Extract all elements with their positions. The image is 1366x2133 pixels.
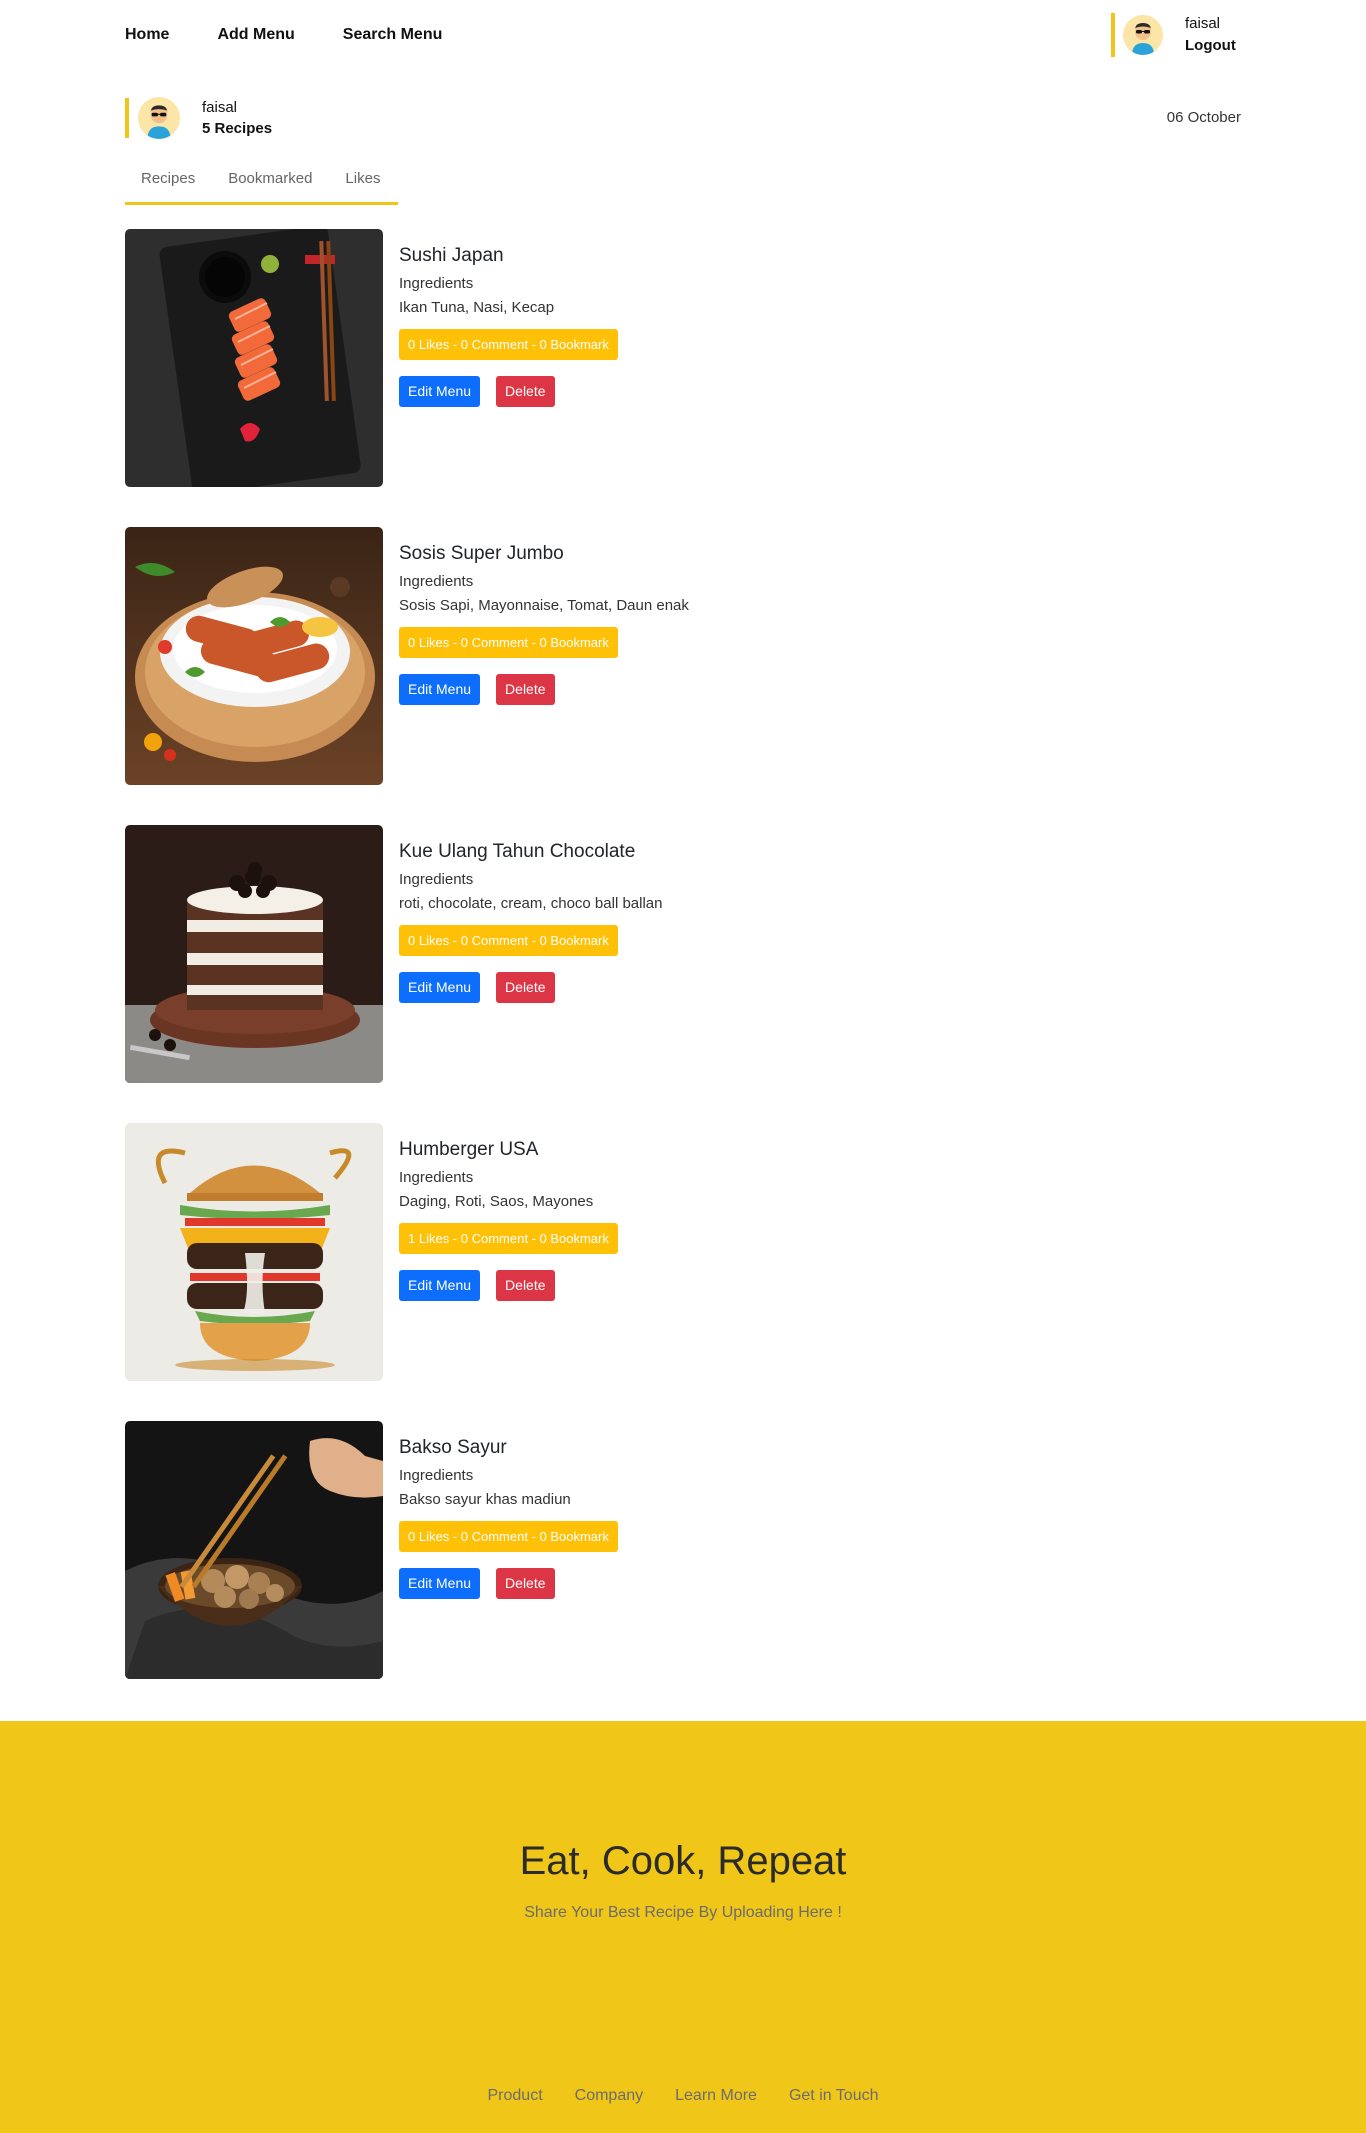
delete-button[interactable]: Delete: [496, 376, 555, 407]
footer-link-company[interactable]: Company: [575, 2087, 643, 2105]
recipe-card: Humberger USA Ingredients Daging, Roti, …: [125, 1123, 1025, 1381]
recipe-info: Kue Ulang Tahun Chocolate Ingredients ro…: [399, 841, 662, 1003]
ingredients-label: Ingredients: [399, 871, 474, 888]
profile-date: 06 October: [1166, 109, 1241, 126]
recipe-stats-badge: 0 Likes - 0 Comment - 0 Bookmark: [399, 329, 618, 360]
user-avatar-icon[interactable]: [1123, 15, 1163, 55]
recipe-stats-badge: 0 Likes - 0 Comment - 0 Bookmark: [399, 925, 618, 956]
recipe-title[interactable]: Sosis Super Jumbo: [399, 543, 689, 569]
profile-name: faisal: [202, 99, 238, 116]
delete-button[interactable]: Delete: [496, 1568, 555, 1599]
ingredients-label: Ingredients: [399, 275, 474, 292]
nav-user-name: faisal: [1185, 15, 1221, 32]
recipe-card: Bakso Sayur Ingredients Bakso sayur khas…: [125, 1421, 1025, 1679]
edit-menu-button[interactable]: Edit Menu: [399, 376, 481, 407]
recipe-image-cake[interactable]: [125, 825, 383, 1083]
recipe-title[interactable]: Bakso Sayur: [399, 1437, 618, 1463]
delete-button[interactable]: Delete: [496, 1270, 555, 1301]
recipe-image-sosis[interactable]: [125, 527, 383, 785]
edit-menu-button[interactable]: Edit Menu: [399, 674, 481, 705]
ingredients-label: Ingredients: [399, 573, 474, 590]
logout-link[interactable]: Logout: [1185, 35, 1236, 57]
ingredients-label: Ingredients: [399, 1467, 474, 1484]
recipe-image-sushi[interactable]: [125, 229, 383, 487]
recipe-actions: Edit Menu Delete: [399, 674, 689, 705]
recipe-image-burger[interactable]: [125, 1123, 383, 1381]
tab-likes[interactable]: Likes: [345, 170, 380, 202]
recipe-stats-badge: 1 Likes - 0 Comment - 0 Bookmark: [399, 1223, 618, 1254]
ingredients-label: Ingredients: [399, 1169, 474, 1186]
top-navbar: Home Add Menu Search Menu faisal Logout: [0, 0, 1366, 72]
recipe-stats-badge: 0 Likes - 0 Comment - 0 Bookmark: [399, 1521, 618, 1552]
recipe-card: Sushi Japan Ingredients Ikan Tuna, Nasi,…: [125, 229, 1025, 487]
recipe-actions: Edit Menu Delete: [399, 1270, 618, 1301]
nav-user-panel: faisal Logout: [1111, 13, 1236, 57]
profile-recipe-count: 5 Recipes: [202, 120, 273, 137]
recipe-info: Sosis Super Jumbo Ingredients Sosis Sapi…: [399, 543, 689, 705]
nav-links: Home Add Menu Search Menu: [125, 26, 490, 44]
footer-link-learn-more[interactable]: Learn More: [675, 2087, 757, 2105]
ingredients-text: Sosis Sapi, Mayonnaise, Tomat, Daun enak: [399, 597, 689, 614]
delete-button[interactable]: Delete: [496, 674, 555, 705]
recipe-actions: Edit Menu Delete: [399, 1568, 618, 1599]
footer-link-get-in-touch[interactable]: Get in Touch: [789, 2087, 879, 2105]
edit-menu-button[interactable]: Edit Menu: [399, 1568, 481, 1599]
recipe-image-bakso[interactable]: [125, 1421, 383, 1679]
ingredients-text: roti, chocolate, cream, choco ball balla…: [399, 895, 663, 912]
profile-text: faisal 5 Recipes: [202, 97, 272, 139]
recipe-card: Sosis Super Jumbo Ingredients Sosis Sapi…: [125, 527, 1025, 785]
edit-menu-button[interactable]: Edit Menu: [399, 1270, 481, 1301]
recipe-title[interactable]: Kue Ulang Tahun Chocolate: [399, 841, 662, 867]
ingredients-text: Ikan Tuna, Nasi, Kecap: [399, 299, 555, 316]
recipe-card: Kue Ulang Tahun Chocolate Ingredients ro…: [125, 825, 1025, 1083]
recipe-list: Sushi Japan Ingredients Ikan Tuna, Nasi,…: [125, 229, 1025, 1719]
nav-link-add-menu[interactable]: Add Menu: [217, 26, 294, 44]
nav-link-home[interactable]: Home: [125, 26, 169, 44]
profile-avatar-icon: [138, 97, 180, 139]
site-footer: Eat, Cook, Repeat Share Your Best Recipe…: [0, 1721, 1366, 2133]
recipe-title[interactable]: Humberger USA: [399, 1139, 618, 1165]
recipe-info: Bakso Sayur Ingredients Bakso sayur khas…: [399, 1437, 618, 1599]
delete-button[interactable]: Delete: [496, 972, 555, 1003]
recipe-stats-badge: 0 Likes - 0 Comment - 0 Bookmark: [399, 627, 618, 658]
edit-menu-button[interactable]: Edit Menu: [399, 972, 481, 1003]
recipe-actions: Edit Menu Delete: [399, 376, 618, 407]
ingredients-text: Bakso sayur khas madiun: [399, 1491, 571, 1508]
profile-tabs: Recipes Bookmarked Likes: [125, 170, 398, 205]
footer-title: Eat, Cook, Repeat: [519, 1839, 847, 1883]
ingredients-text: Daging, Roti, Saos, Mayones: [399, 1193, 594, 1210]
recipe-info: Humberger USA Ingredients Daging, Roti, …: [399, 1139, 618, 1301]
recipe-actions: Edit Menu Delete: [399, 972, 662, 1003]
tab-bookmarked[interactable]: Bookmarked: [228, 170, 312, 202]
nav-link-search-menu[interactable]: Search Menu: [343, 26, 443, 44]
footer-links: Product Company Learn More Get in Touch: [0, 2087, 1366, 2105]
tab-recipes[interactable]: Recipes: [141, 170, 195, 202]
footer-link-product[interactable]: Product: [488, 2087, 543, 2105]
recipe-title[interactable]: Sushi Japan: [399, 245, 618, 271]
recipe-info: Sushi Japan Ingredients Ikan Tuna, Nasi,…: [399, 245, 618, 407]
profile-header: faisal 5 Recipes: [125, 97, 272, 139]
footer-subtitle: Share Your Best Recipe By Uploading Here…: [524, 1904, 842, 1921]
nav-user-text: faisal Logout: [1185, 13, 1236, 57]
